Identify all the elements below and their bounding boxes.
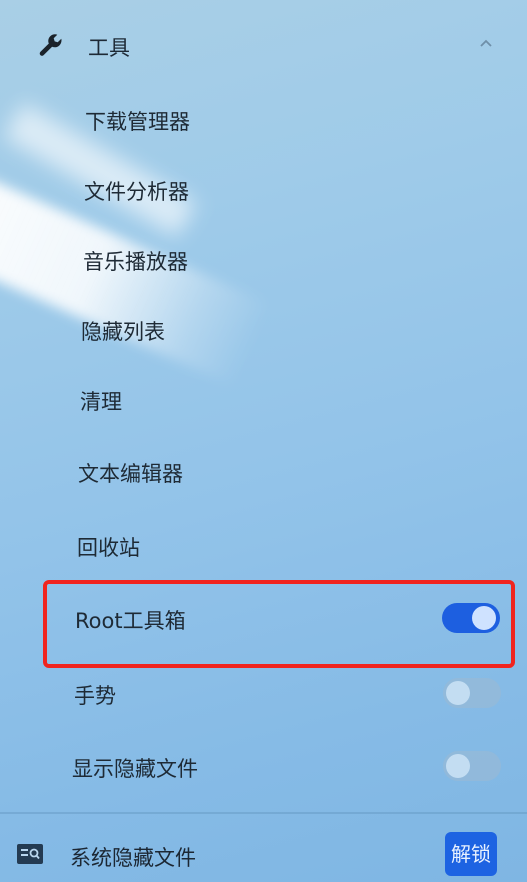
menu-item-download-manager[interactable]: 下载管理器 bbox=[85, 106, 190, 136]
menu-item-clean[interactable]: 清理 bbox=[80, 386, 122, 416]
menu-item-text-editor[interactable]: 文本编辑器 bbox=[78, 458, 183, 488]
system-hidden-files-row: 系统隐藏文件 解锁 bbox=[0, 818, 527, 882]
annotation-highlight-box bbox=[43, 580, 515, 668]
toggle-knob bbox=[446, 681, 470, 705]
menu-item-recycle-bin[interactable]: 回收站 bbox=[77, 532, 140, 562]
menu-item-hidden-list[interactable]: 隐藏列表 bbox=[81, 316, 165, 346]
wrench-icon bbox=[39, 34, 62, 56]
toggle-label-gestures: 手势 bbox=[74, 684, 116, 708]
unlock-button[interactable]: 解锁 bbox=[445, 832, 497, 876]
tools-section-header[interactable]: 工具 bbox=[0, 18, 527, 72]
screen: 工具 下载管理器 文件分析器 音乐播放器 隐藏列表 清理 文本编辑器 回收站 R… bbox=[0, 0, 527, 882]
gestures-toggle[interactable] bbox=[443, 678, 501, 708]
toggle-label-show-hidden-files: 显示隐藏文件 bbox=[72, 757, 198, 781]
menu-item-file-analyzer[interactable]: 文件分析器 bbox=[84, 176, 189, 206]
show-hidden-files-toggle[interactable] bbox=[443, 751, 501, 781]
menu-item-music-player[interactable]: 音乐播放器 bbox=[83, 246, 188, 276]
divider bbox=[0, 812, 527, 814]
list-search-icon bbox=[17, 844, 43, 864]
chevron-up-icon[interactable] bbox=[478, 36, 494, 50]
system-hidden-files-label: 系统隐藏文件 bbox=[70, 846, 196, 870]
toggle-knob bbox=[446, 754, 470, 778]
section-title: 工具 bbox=[88, 36, 130, 60]
